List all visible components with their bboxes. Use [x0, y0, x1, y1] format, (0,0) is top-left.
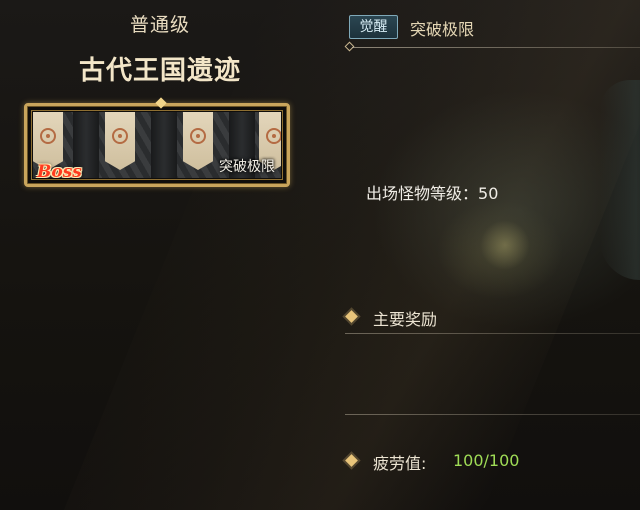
fatigue-value: 100/100	[453, 451, 520, 470]
difficulty-label: 普通级	[129, 14, 190, 36]
banner-flag-icon	[105, 112, 135, 170]
boss-badge: Boss	[37, 162, 82, 182]
header-divider	[352, 47, 640, 48]
mode-title: 突破极限	[410, 20, 475, 39]
frame-gem-icon	[155, 97, 167, 109]
banner-flag-icon	[183, 112, 213, 170]
dungeon-banner-card[interactable]: Boss 突破极限	[24, 97, 290, 187]
dungeon-select-screen: 普通级 古代王国遗迹 Boss 突破极限 觉醒 突破极限 出场怪物等级：50 主…	[0, 0, 640, 510]
rewards-label: 主要奖励	[373, 310, 438, 329]
fatigue-label: 疲劳值:	[373, 454, 427, 473]
banner-pillar	[151, 112, 177, 178]
monster-level-info: 出场怪物等级：50	[366, 180, 498, 204]
background-cave-rock	[600, 80, 640, 280]
awakening-badge: 觉醒	[349, 15, 398, 39]
rewards-divider	[345, 333, 640, 334]
banner-mode-tag: 突破极限	[219, 159, 275, 175]
background-cave-glow	[480, 220, 530, 270]
monster-level-label: 出场怪物等级：	[366, 184, 479, 203]
monster-level-value: 50	[478, 184, 499, 203]
rewards-bottom-divider	[345, 414, 640, 415]
dungeon-title: 古代王国遗迹	[78, 56, 241, 86]
